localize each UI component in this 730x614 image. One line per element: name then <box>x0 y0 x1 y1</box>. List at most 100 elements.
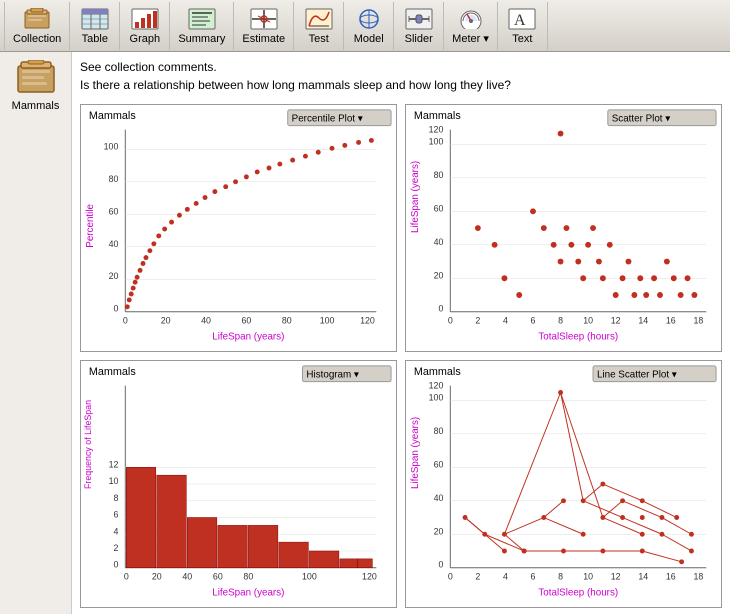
svg-text:40: 40 <box>182 572 192 582</box>
svg-text:20: 20 <box>109 271 119 281</box>
svg-text:Percentile: Percentile <box>85 203 96 247</box>
svg-text:Scatter Plot ▾: Scatter Plot ▾ <box>612 114 671 125</box>
svg-text:80: 80 <box>109 174 119 184</box>
line-scatter-plot: Mammals Line Scatter Plot ▾ LifeSpan (ye… <box>405 360 722 608</box>
svg-text:0: 0 <box>113 304 118 314</box>
svg-text:14: 14 <box>638 316 648 326</box>
svg-text:A: A <box>514 12 526 29</box>
text-icon: A <box>508 7 536 31</box>
toolbar-text[interactable]: A Text <box>498 2 548 50</box>
svg-text:6: 6 <box>113 510 118 520</box>
toolbar-summary[interactable]: Summary <box>170 2 234 50</box>
description-line2: Is there a relationship between how long… <box>80 78 722 92</box>
svg-text:10: 10 <box>583 572 593 582</box>
main-area: Mammals See collection comments. Is ther… <box>0 52 730 614</box>
svg-text:4: 4 <box>503 316 508 326</box>
svg-text:Mammals: Mammals <box>89 110 136 122</box>
svg-text:Line Scatter Plot ▾: Line Scatter Plot ▾ <box>597 370 677 381</box>
svg-text:2: 2 <box>113 543 118 553</box>
svg-text:8: 8 <box>558 572 563 582</box>
sidebar: Mammals <box>0 52 72 614</box>
toolbar-model[interactable]: Model <box>344 2 394 50</box>
svg-text:16: 16 <box>666 316 676 326</box>
svg-text:6: 6 <box>531 572 536 582</box>
description-area: See collection comments. Is there a rela… <box>80 60 722 96</box>
scatter-plot-svg: Mammals Scatter Plot ▾ 0 20 40 60 80 100… <box>406 105 721 351</box>
svg-text:6: 6 <box>531 316 536 326</box>
svg-text:40: 40 <box>434 237 444 247</box>
svg-text:20: 20 <box>434 270 444 280</box>
toolbar-meter[interactable]: Meter ▾ <box>444 2 498 50</box>
svg-text:80: 80 <box>434 426 444 436</box>
svg-text:LifeSpan (years): LifeSpan (years) <box>410 417 421 489</box>
svg-text:80: 80 <box>243 572 253 582</box>
svg-text:100: 100 <box>320 316 335 326</box>
percentile-plot-svg: Mammals Percentile Plot ▾ Percentile 0 2… <box>81 105 396 351</box>
svg-text:12: 12 <box>109 459 119 469</box>
slider-label: Slider <box>405 33 433 45</box>
svg-text:40: 40 <box>434 493 444 503</box>
svg-text:40: 40 <box>201 316 211 326</box>
svg-text:2: 2 <box>475 572 480 582</box>
estimate-icon <box>250 7 278 31</box>
estimate-label: Estimate <box>242 33 285 45</box>
toolbar-collection[interactable]: Collection <box>4 2 70 50</box>
svg-text:0: 0 <box>448 316 453 326</box>
collection-label: Collection <box>13 33 61 45</box>
svg-text:4: 4 <box>113 526 118 536</box>
svg-text:80: 80 <box>282 316 292 326</box>
svg-text:0: 0 <box>123 316 128 326</box>
summary-label: Summary <box>178 33 225 45</box>
svg-text:8: 8 <box>558 316 563 326</box>
scatter-plot: Mammals Scatter Plot ▾ 0 20 40 60 80 100… <box>405 104 722 352</box>
svg-text:20: 20 <box>152 572 162 582</box>
svg-text:TotalSleep (hours): TotalSleep (hours) <box>538 331 618 342</box>
svg-text:Mammals: Mammals <box>414 110 461 122</box>
text-label: Text <box>512 33 532 45</box>
svg-text:120: 120 <box>429 381 444 391</box>
toolbar-estimate[interactable]: Estimate <box>234 2 294 50</box>
model-label: Model <box>354 33 384 45</box>
svg-text:LifeSpan (years): LifeSpan (years) <box>410 161 421 233</box>
toolbar-table[interactable]: Table <box>70 2 120 50</box>
svg-text:60: 60 <box>434 459 444 469</box>
svg-text:120: 120 <box>360 316 375 326</box>
toolbar-test[interactable]: Test <box>294 2 344 50</box>
svg-text:20: 20 <box>161 316 171 326</box>
svg-text:LifeSpan (years): LifeSpan (years) <box>212 331 284 342</box>
svg-text:2: 2 <box>475 316 480 326</box>
model-icon <box>355 7 383 31</box>
graph-label: Graph <box>130 33 161 45</box>
svg-text:60: 60 <box>109 206 119 216</box>
svg-text:60: 60 <box>241 316 251 326</box>
content-area: See collection comments. Is there a rela… <box>72 52 730 614</box>
svg-text:0: 0 <box>448 572 453 582</box>
svg-text:0: 0 <box>438 560 443 570</box>
svg-text:Mammals: Mammals <box>89 366 136 378</box>
svg-text:100: 100 <box>104 141 119 151</box>
svg-text:20: 20 <box>434 526 444 536</box>
svg-text:0: 0 <box>113 560 118 570</box>
description-line1: See collection comments. <box>80 60 722 74</box>
svg-text:60: 60 <box>213 572 223 582</box>
summary-icon <box>188 7 216 31</box>
histogram-plot: Mammals Histogram ▾ Frequency of LifeSpa… <box>80 360 397 608</box>
svg-text:40: 40 <box>109 239 119 249</box>
svg-text:0: 0 <box>124 572 129 582</box>
svg-text:8: 8 <box>113 493 118 503</box>
table-label: Table <box>82 33 108 45</box>
toolbar-graph[interactable]: Graph <box>120 2 170 50</box>
svg-text:Mammals: Mammals <box>414 366 461 378</box>
svg-text:TotalSleep (hours): TotalSleep (hours) <box>538 587 618 598</box>
toolbar-slider[interactable]: Slider <box>394 2 444 50</box>
histogram-svg: Mammals Histogram ▾ Frequency of LifeSpa… <box>81 361 396 607</box>
svg-text:80: 80 <box>434 170 444 180</box>
svg-text:100: 100 <box>429 136 444 146</box>
slider-icon <box>405 7 433 31</box>
svg-text:4: 4 <box>503 572 508 582</box>
table-icon <box>81 7 109 31</box>
svg-text:100: 100 <box>302 572 317 582</box>
meter-icon <box>457 6 485 30</box>
collection-name: Mammals <box>12 100 60 112</box>
svg-text:LifeSpan (years): LifeSpan (years) <box>212 587 284 598</box>
